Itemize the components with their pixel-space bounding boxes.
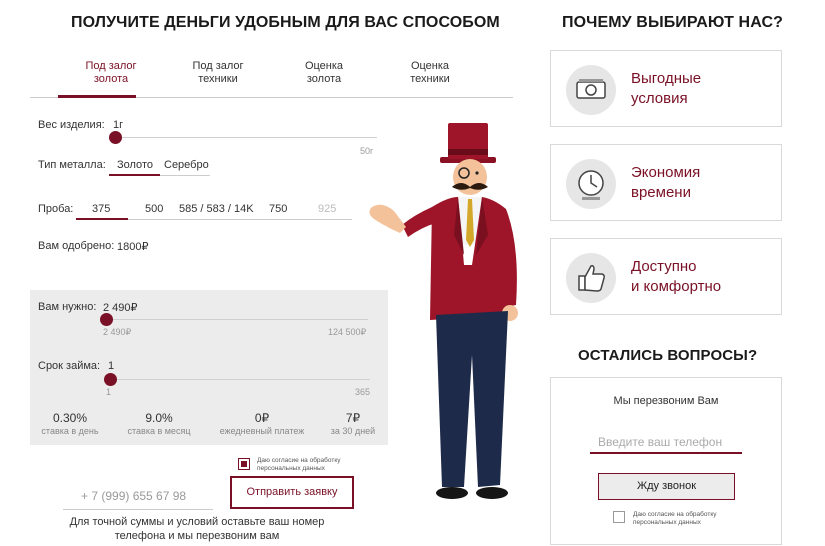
tab-label-line2: золота <box>93 73 129 85</box>
clock-icon <box>566 159 616 209</box>
right-shoe <box>476 487 508 499</box>
metal-selected-indicator <box>109 174 160 176</box>
mascot-illustration <box>369 123 518 499</box>
probe-option-585[interactable]: 585 / 583 / 14K <box>179 203 254 215</box>
probe-option-500[interactable]: 500 <box>145 203 163 215</box>
card-label: Доступно и комфортно <box>631 258 722 295</box>
eye <box>475 171 479 175</box>
tab-tech-valuation[interactable]: Оценка техники <box>375 60 485 86</box>
probe-option-925[interactable]: 925 <box>318 203 336 215</box>
need-slider-handle[interactable] <box>100 313 113 326</box>
hat-band <box>448 149 488 155</box>
callback-button[interactable]: Жду звонок <box>598 473 735 500</box>
submit-request-button[interactable]: Отправить заявку <box>230 476 354 509</box>
phone-placeholder: + 7 (999) 655 67 98 <box>81 489 187 503</box>
card-affordable[interactable]: Доступно и комфортно <box>550 238 782 315</box>
approved-label: Вам одобрено: <box>38 240 115 252</box>
callback-button-label: Жду звонок <box>636 480 697 492</box>
tab-label-line1: Под залог <box>85 60 137 72</box>
tab-gold-valuation[interactable]: Оценка золота <box>269 60 379 86</box>
tab-label-line2: техники <box>198 73 238 85</box>
phone-input[interactable]: + 7 (999) 655 67 98 <box>63 485 213 510</box>
weight-slider-track[interactable] <box>115 137 377 138</box>
need-value: 2 490₽ <box>103 302 138 314</box>
tab-label-line2: техники <box>410 73 450 85</box>
callback-phone-placeholder: Введите ваш телефон <box>598 435 723 449</box>
tab-label-line1: Под залог <box>192 60 244 72</box>
card-favorable-terms[interactable]: Выгодные условия <box>550 50 782 127</box>
questions-title: ОСТАЛИСЬ ВОПРОСЫ? <box>578 347 758 364</box>
rate-per-day-value: 0.30% <box>52 411 88 425</box>
page-title: ПОЛУЧИТЕ ДЕНЬГИ УДОБНЫМ ДЛЯ ВАС СПОСОБОМ <box>71 14 500 31</box>
thumbs-up-icon <box>566 253 616 303</box>
card-label: Экономия времени <box>631 164 701 201</box>
tab-gold-pawn[interactable]: Под залог золота <box>56 60 166 86</box>
probe-label: Проба: <box>38 203 74 215</box>
weight-slider-handle[interactable] <box>109 131 122 144</box>
term-value: 1 <box>108 360 115 372</box>
probe-option-375[interactable]: 375 <box>92 203 110 215</box>
need-label: Вам нужно: <box>38 301 97 313</box>
term-label: Срок займа: <box>38 360 101 372</box>
checkbox-mark <box>241 461 247 467</box>
metal-label: Тип металла: <box>38 159 106 171</box>
form-note: Для точной суммы и условий оставьте ваш … <box>69 516 325 542</box>
money-icon <box>566 65 616 115</box>
left-arm <box>402 207 436 237</box>
tab-label-line1: Оценка <box>410 60 450 72</box>
callback-consent-checkbox[interactable] <box>613 511 625 523</box>
metal-option-silver[interactable]: Серебро <box>164 159 209 171</box>
tab-label-line2: золота <box>306 73 342 85</box>
left-hand <box>369 204 406 233</box>
pants <box>436 311 508 487</box>
approved-value: 1800₽ <box>117 241 149 253</box>
rate-per-month-value: 9.0% <box>145 411 173 425</box>
callback-consent-text: Даю согласие на обработку персональных д… <box>633 511 717 526</box>
tab-tech-pawn[interactable]: Под залог техники <box>163 60 273 86</box>
probe-selected-indicator <box>76 218 128 220</box>
weight-value: 1г <box>113 119 124 131</box>
term-min-label: 1 <box>106 387 112 397</box>
submit-request-label: Отправить заявку <box>246 486 338 498</box>
card-label: Выгодные условия <box>631 70 702 107</box>
card-save-time[interactable]: Экономия времени <box>550 144 782 221</box>
term-slider-track[interactable] <box>110 379 370 380</box>
probe-option-750[interactable]: 750 <box>269 203 287 215</box>
term-slider-handle[interactable] <box>104 373 117 386</box>
callback-phone-input[interactable]: Введите ваш телефон <box>590 430 742 454</box>
left-shoe <box>436 487 468 499</box>
metal-option-gold[interactable]: Золото <box>117 159 153 171</box>
active-tab-indicator <box>58 95 136 98</box>
tab-label-line1: Оценка <box>304 60 344 72</box>
rate-per-month-label: ставка в месяц <box>127 426 191 436</box>
callback-title: Мы перезвоним Вам <box>613 395 719 407</box>
need-slider-track[interactable] <box>106 319 368 320</box>
why-us-title: ПОЧЕМУ ВЫБИРАЮТ НАС? <box>562 14 783 31</box>
weight-label: Вес изделия: <box>38 119 105 131</box>
face <box>453 159 487 195</box>
consent-checkbox[interactable] <box>238 458 250 470</box>
daily-payment-value: 0₽ <box>254 411 270 425</box>
need-min-label: 2 490₽ <box>103 327 132 337</box>
consent-text: Даю согласие на обработку персональных д… <box>257 457 341 472</box>
